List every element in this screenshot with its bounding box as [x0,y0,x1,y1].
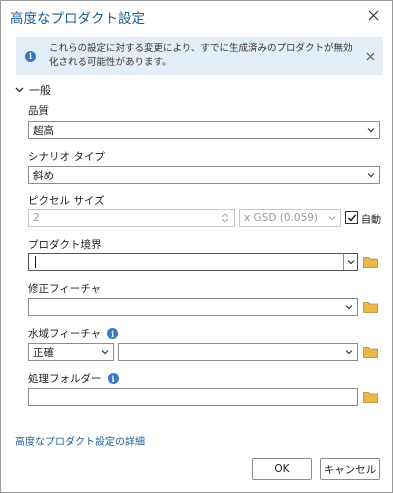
water-features-select[interactable] [118,343,358,361]
product-boundary-label: プロダクト境界 [28,239,102,251]
dialog-title: 高度なプロダクト設定 [10,11,145,27]
chevron-down-icon [367,173,375,178]
chevron-down-icon [328,216,336,221]
water-features-mode-select[interactable]: 正確 [28,343,114,361]
advanced-product-settings-dialog: 高度なプロダクト設定 i これらの設定に対する変更により、すでに生成済みのプロダ… [0,0,393,493]
scenario-type-value: 斜め [33,169,54,182]
chevron-down-icon [367,128,375,133]
browse-folder-icon[interactable] [363,391,378,403]
advanced-settings-details-link[interactable]: 高度なプロダクト設定の詳細 [15,433,145,448]
water-features-mode-value: 正確 [33,346,54,359]
product-boundary-select[interactable] [28,253,358,271]
quality-label: 品質 [28,105,49,117]
spin-arrows-icon[interactable] [221,212,229,224]
correction-features-select[interactable] [28,298,358,316]
processing-folder-input[interactable] [28,388,358,406]
chevron-down-icon [345,305,353,310]
pixel-size-unit-value: x GSD (0.059) [244,212,319,224]
browse-folder-icon[interactable] [363,301,378,313]
chevron-down-icon [345,350,353,355]
pixel-size-unit-select[interactable]: x GSD (0.059) [239,209,341,227]
pixel-size-label: ピクセル サイズ [28,195,105,207]
close-icon[interactable] [363,5,383,25]
info-icon: i [25,50,36,62]
product-boundary-dropdown[interactable] [343,254,357,270]
ok-button[interactable]: OK [252,458,312,480]
cancel-button[interactable]: キャンセル [320,458,380,480]
chevron-down-icon [101,350,109,355]
info-message-text: これらの設定に対する変更により、すでに生成済みのプロダクトが無効化される可能性が… [49,43,353,68]
section-general-label: 一般 [29,84,51,97]
pixel-size-auto-checkbox[interactable] [345,211,358,224]
correction-features-label: 修正フィーチャ [28,283,102,295]
info-icon[interactable]: i [107,328,119,339]
scenario-type-select[interactable]: 斜め [28,166,380,184]
pixel-size-auto-label: 自動 [361,215,381,226]
info-message-bar: i これらの設定に対する変更により、すでに生成済みのプロダクトが無効化される可能… [16,37,383,75]
processing-folder-label-row: 処理フォルダー i [28,371,119,386]
text-caret [35,256,36,268]
pixel-size-input[interactable]: 2 [28,209,235,227]
processing-folder-label: 処理フォルダー [28,373,102,385]
chevron-down-icon [15,87,24,93]
browse-folder-icon[interactable] [363,346,378,358]
scenario-type-label: シナリオ タイプ [28,151,105,163]
quality-value: 超高 [33,124,54,137]
chevron-down-icon [347,260,355,265]
dismiss-info-icon[interactable] [363,49,377,63]
checkmark-icon [347,214,356,222]
info-icon[interactable]: i [107,373,119,384]
pixel-size-value: 2 [33,212,40,224]
water-features-label: 水域フィーチャ [28,328,102,340]
water-features-label-row: 水域フィーチャ i [28,326,119,341]
browse-folder-icon[interactable] [363,256,378,268]
section-general-toggle[interactable]: 一般 [15,82,51,98]
quality-select[interactable]: 超高 [28,121,380,139]
